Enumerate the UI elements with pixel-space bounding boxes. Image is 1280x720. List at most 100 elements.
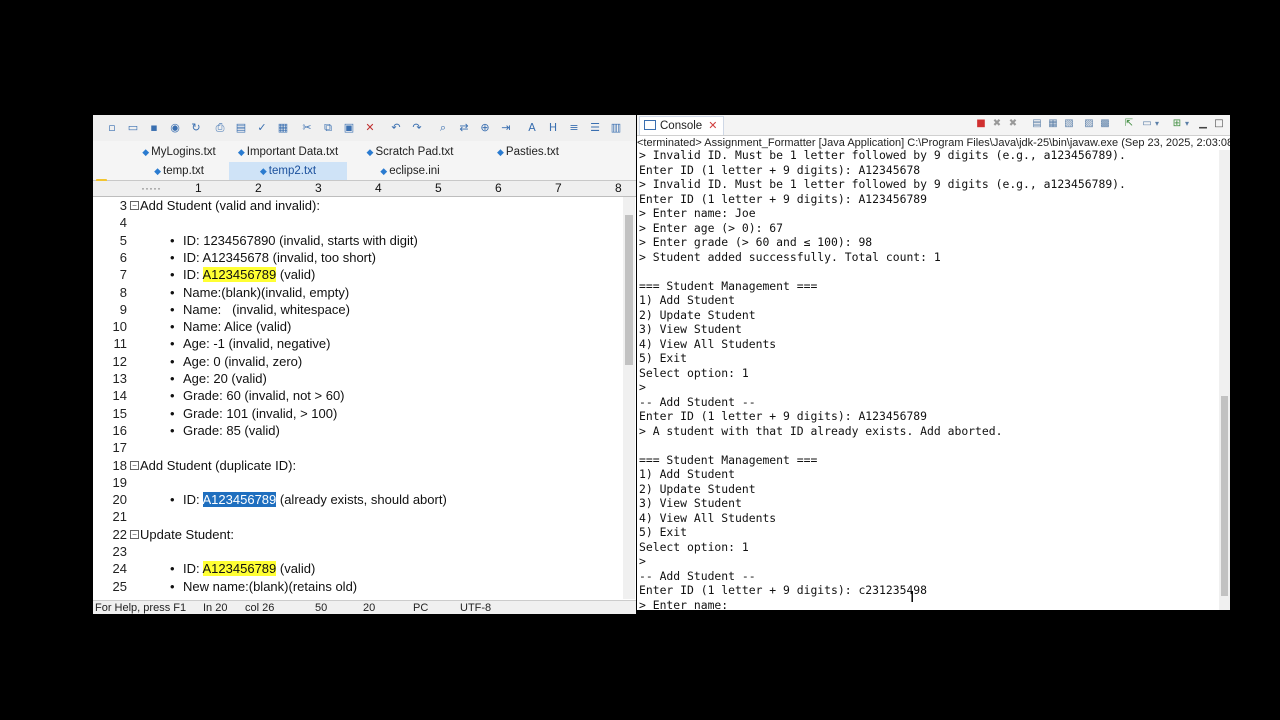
word-wrap-icon[interactable]: ☰ — [588, 121, 602, 135]
bullet-text: Grade: 85 (valid) — [183, 422, 280, 438]
scrollbar-thumb[interactable] — [1221, 396, 1228, 596]
clear-console-icon[interactable]: ▤ — [1031, 118, 1043, 130]
fold-toggle-icon[interactable]: − — [130, 460, 139, 470]
line-number: 17 — [112, 440, 127, 456]
file-dot-icon: ◆ — [259, 166, 267, 176]
maximize-icon[interactable]: □ — [1213, 118, 1225, 130]
console-output[interactable]: > Invalid ID. Must be 1 letter followed … — [639, 148, 1219, 610]
editor-vertical-scrollbar[interactable] — [623, 197, 635, 599]
undo-icon[interactable]: ↶ — [389, 121, 403, 135]
line-number: 15 — [112, 405, 127, 421]
bullet-icon: • — [170, 561, 175, 577]
fold-toggle-icon[interactable]: − — [130, 201, 139, 210]
bullet-text: ID: A123456789 (already exists, should a… — [183, 491, 447, 508]
bullet-text: Age: -1 (invalid, negative) — [183, 336, 331, 352]
console-line: > — [639, 554, 646, 568]
goto-icon[interactable]: ⇥ — [499, 121, 513, 135]
console-line: > Invalid ID. Must be 1 letter followed … — [639, 148, 1126, 162]
console-line: 1) Add Student — [639, 293, 736, 307]
tab-temp[interactable]: ◆ temp.txt — [129, 162, 229, 180]
bullet-text: New name:(blank)(retains old) — [183, 578, 358, 594]
spell-check-icon[interactable]: ✓ — [255, 121, 269, 135]
minimize-icon[interactable]: ▁ — [1197, 118, 1209, 130]
text-prefix: ID: — [183, 561, 203, 577]
bullet-text: Grade: 101 (invalid, > 100) — [183, 405, 338, 421]
console-vertical-scrollbar[interactable] — [1219, 150, 1230, 610]
line-number: 22 — [112, 526, 127, 542]
chevron-down-icon[interactable]: ▾ — [1151, 118, 1163, 130]
hex-icon[interactable]: H — [546, 121, 560, 135]
console-line: 3) View Student — [639, 496, 742, 510]
console-line: Select option: 1 — [639, 365, 749, 380]
file-dot-icon: ◆ — [237, 147, 245, 157]
scroll-lock-icon[interactable]: ▦ — [1047, 118, 1059, 130]
line-number: 21 — [112, 509, 127, 525]
status-lines: 20 — [363, 602, 376, 614]
delete-icon[interactable]: ✕ — [363, 121, 377, 135]
console-line: 5) Exit — [639, 525, 688, 539]
heading-text: Add Student (valid and invalid): — [140, 198, 320, 213]
ruler: ····· 1 2 3 4 5 6 7 8 — [93, 181, 636, 197]
line-number: 25 — [112, 578, 127, 594]
pin-console-icon[interactable]: ⇱ — [1123, 118, 1135, 130]
line-number: 19 — [112, 474, 127, 490]
line-number: 14 — [112, 388, 127, 404]
cut-icon[interactable]: ✂ — [300, 121, 314, 135]
heading-text: Add Student (duplicate ID): — [140, 457, 297, 473]
fold-toggle-icon[interactable]: − — [130, 529, 139, 539]
console-line: 5) Exit — [639, 351, 688, 365]
replace-icon[interactable]: ⇄ — [457, 121, 471, 135]
text-suffix: (valid) — [276, 561, 316, 577]
tab-console[interactable]: Console ✕ — [639, 116, 725, 135]
column-mode-icon[interactable]: ▥ — [609, 121, 623, 135]
remove-all-icon[interactable]: ✖ — [1007, 118, 1019, 130]
editor-text-area[interactable]: 3− Add Student (valid and invalid): 4 5 • ID:… — [93, 197, 621, 599]
properties-icon[interactable]: ▦ — [276, 121, 290, 135]
word-wrap-icon[interactable]: ▧ — [1063, 118, 1075, 130]
console-line: > A student with that ID already exists.… — [639, 423, 1003, 438]
text-suffix: (already exists, should abort) — [276, 492, 447, 508]
remove-launch-icon[interactable]: ✖ — [991, 118, 1003, 130]
font-icon[interactable]: A — [525, 121, 539, 135]
console-line: -- Add Student -- — [639, 568, 756, 583]
tab-pasties[interactable]: ◆ Pasties.txt — [478, 143, 578, 161]
save-all-icon[interactable]: ◉ — [168, 121, 182, 135]
copy-icon[interactable]: ⧉ — [321, 121, 335, 135]
paste-icon[interactable]: ▣ — [342, 121, 356, 135]
print-preview-icon[interactable]: ▤ — [234, 121, 248, 135]
print-icon[interactable]: ⎙ — [213, 121, 227, 135]
redo-icon[interactable]: ↷ — [410, 121, 424, 135]
bullet-icon: • — [170, 371, 175, 386]
close-icon[interactable]: ✕ — [708, 120, 717, 132]
selected-text: A123456789 — [202, 492, 277, 508]
terminate-icon[interactable]: ■ — [975, 118, 987, 130]
tab-temp2[interactable]: ◆ temp2.txt — [229, 162, 347, 180]
ruler-mark: 4 — [375, 181, 382, 195]
reload-icon[interactable]: ↻ — [189, 121, 203, 135]
console-line: 1) Add Student — [639, 467, 736, 481]
tab-mylogins[interactable]: ◆ MyLogins.txt — [129, 143, 229, 161]
show-on-output-icon[interactable]: ▨ — [1083, 118, 1095, 130]
bullet-text: ID: A123456789 (valid) — [183, 560, 315, 577]
highlighted-text: A123456789 — [202, 267, 277, 283]
find-icon[interactable]: ⌕ — [436, 121, 450, 135]
console-line: -- Add Student -- — [639, 394, 756, 409]
scrollbar-thumb[interactable] — [625, 215, 633, 365]
wrap-icon[interactable]: ≡ — [567, 121, 581, 135]
tab-eclipse-ini[interactable]: ◆ eclipse.ini — [355, 162, 465, 180]
show-on-error-icon[interactable]: ▩ — [1099, 118, 1111, 130]
console-line: Enter ID (1 letter + 9 digits): A1234567… — [639, 409, 928, 423]
tab-important-data[interactable]: ◆ Important Data.txt — [229, 143, 347, 161]
open-file-icon[interactable]: ▭ — [126, 121, 140, 135]
line-number: 24 — [112, 561, 127, 577]
chevron-down-icon[interactable]: ▾ — [1181, 118, 1193, 130]
bullet-icon: • — [170, 249, 175, 265]
tab-scratch-pad[interactable]: ◆ Scratch Pad.txt — [355, 143, 465, 161]
bullet-icon: • — [170, 578, 175, 594]
save-icon[interactable]: ▪ — [147, 121, 161, 135]
console-icon — [644, 120, 656, 130]
find-in-files-icon[interactable]: ⊕ — [478, 121, 492, 135]
file-dot-icon: ◆ — [142, 147, 150, 157]
new-file-icon[interactable]: ▫ — [105, 121, 119, 135]
